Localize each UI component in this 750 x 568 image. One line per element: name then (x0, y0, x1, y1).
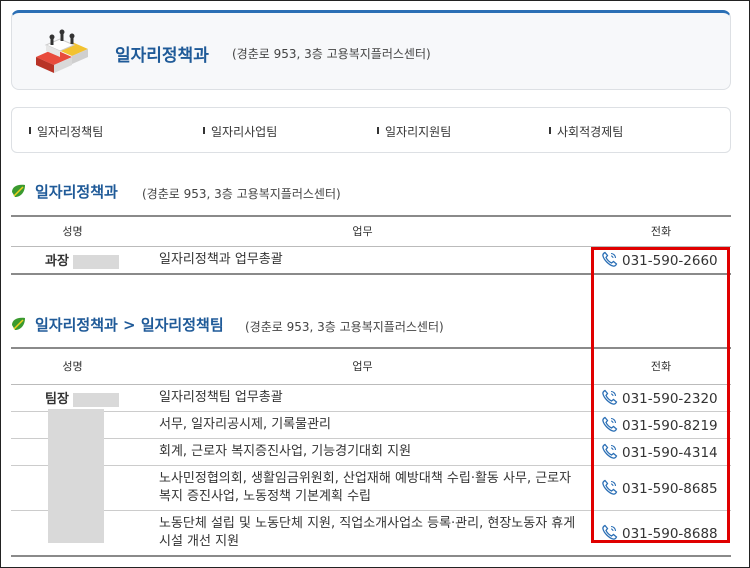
column-header-name: 성명 (11, 348, 134, 385)
team-link-jobs-support[interactable]: 일자리지원팀 (377, 123, 451, 140)
column-header-name: 성명 (11, 216, 134, 247)
staff-duty: 노사민정협의회, 생활임금위원회, 산업재해 예방대책 수립·활동 사무, 근로… (134, 465, 591, 511)
section-title-department: 일자리정책과 (경춘로 953, 3층 고용복지플러스센터) (10, 181, 730, 203)
section-title-text: 일자리정책과 > 일자리정책팀 (35, 316, 224, 334)
staff-duty: 회계, 근로자 복지증진사업, 기능경기대회 지원 (134, 438, 591, 466)
staff-name-cell: 과장 (11, 246, 134, 275)
team-link-jobs-project[interactable]: 일자리사업팀 (203, 123, 277, 140)
staff-duty: 일자리정책팀 업무총괄 (134, 384, 591, 412)
team-navigation: 일자리정책팀 일자리사업팀 일자리지원팀 사회적경제팀 (11, 107, 731, 153)
staff-title: 과장 (45, 254, 69, 269)
leaf-bullet-icon (12, 184, 25, 197)
column-header-duty: 업무 (134, 348, 591, 385)
redacted-name (72, 254, 119, 269)
staff-duty: 서무, 일자리공시제, 기록물관리 (134, 411, 591, 439)
column-header-duty: 업무 (134, 216, 591, 247)
staff-duty: 노동단체 설립 및 노동단체 지원, 직업소개사업소 등록·관리, 현장노동자 … (134, 510, 591, 557)
redacted-names-block (48, 409, 104, 543)
staff-name-cell: 팀장 (11, 384, 134, 412)
department-address: (경춘로 953, 3층 고용복지플러스센터) (232, 47, 431, 61)
redacted-name (72, 392, 119, 407)
section-address: (경춘로 953, 3층 고용복지플러스센터) (142, 187, 341, 201)
department-header-card: 일자리정책과 (경춘로 953, 3층 고용복지플러스센터) (11, 10, 731, 90)
team-link-social-economy[interactable]: 사회적경제팀 (549, 123, 623, 140)
section-address: (경춘로 953, 3층 고용복지플러스센터) (245, 320, 444, 334)
department-logo-icon (36, 29, 88, 73)
department-title: 일자리정책과 (115, 46, 209, 66)
column-header-phone: 전화 (591, 216, 731, 247)
staff-title: 팀장 (45, 392, 69, 407)
section-title-text: 일자리정책과 (35, 183, 118, 201)
table-header-row: 성명 업무 전화 (11, 216, 731, 247)
staff-duty: 일자리정책과 업무총괄 (134, 246, 591, 275)
phone-column-highlight (591, 247, 730, 543)
team-link-jobs-policy[interactable]: 일자리정책팀 (29, 123, 103, 140)
leaf-bullet-icon (12, 317, 25, 330)
